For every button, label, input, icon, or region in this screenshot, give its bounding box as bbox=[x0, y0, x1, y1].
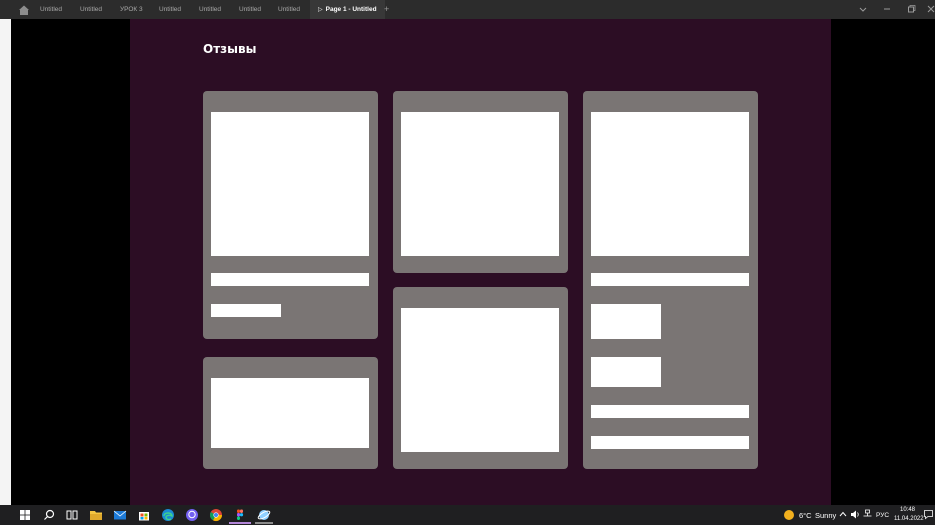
figma-icon[interactable] bbox=[233, 508, 247, 522]
tab-page-1-active[interactable]: ▷ Page 1 - Untitled bbox=[310, 0, 385, 19]
chevron-up-icon[interactable] bbox=[838, 509, 848, 519]
image-placeholder bbox=[591, 357, 661, 387]
text-placeholder bbox=[591, 436, 749, 449]
review-card[interactable] bbox=[583, 91, 758, 469]
home-icon[interactable] bbox=[18, 4, 30, 16]
weather-desc[interactable]: Sunny bbox=[815, 511, 836, 520]
search-icon[interactable] bbox=[42, 508, 56, 522]
tab-untitled-3[interactable]: Untitled bbox=[159, 0, 181, 19]
clock-time[interactable]: 10:48 bbox=[900, 507, 915, 513]
language-indicator[interactable]: РУС bbox=[876, 512, 889, 519]
reviews-frame[interactable]: Отзывы bbox=[130, 19, 831, 505]
running-app-indicator bbox=[255, 522, 273, 524]
play-icon: ▷ bbox=[318, 7, 323, 13]
file-explorer-icon[interactable] bbox=[89, 508, 103, 522]
text-placeholder bbox=[591, 273, 749, 286]
active-app-indicator bbox=[229, 522, 251, 524]
image-placeholder bbox=[211, 378, 369, 448]
text-placeholder bbox=[591, 405, 749, 418]
minimize-icon[interactable] bbox=[882, 4, 892, 14]
image-placeholder bbox=[401, 308, 559, 452]
mail-icon[interactable] bbox=[113, 508, 127, 522]
text-placeholder bbox=[211, 273, 369, 286]
review-card[interactable] bbox=[203, 91, 378, 339]
image-placeholder bbox=[211, 112, 369, 256]
chrome-icon[interactable] bbox=[209, 508, 223, 522]
left-panel-edge bbox=[0, 19, 11, 505]
image-placeholder bbox=[591, 112, 749, 256]
edge-icon[interactable] bbox=[161, 508, 175, 522]
volume-icon[interactable] bbox=[850, 509, 861, 520]
tab-untitled-5[interactable]: Untitled bbox=[239, 0, 261, 19]
chevron-down-icon[interactable] bbox=[858, 4, 868, 14]
image-placeholder bbox=[401, 112, 559, 256]
clock-date[interactable]: 11.04.2022 bbox=[894, 516, 924, 522]
taskbar: 6°C Sunny РУС 10:48 11.04.2022 bbox=[0, 505, 935, 525]
text-placeholder bbox=[211, 304, 281, 317]
tab-untitled-1[interactable]: Untitled bbox=[40, 0, 62, 19]
tab-untitled-2[interactable]: Untitled bbox=[80, 0, 102, 19]
start-icon[interactable] bbox=[18, 508, 32, 522]
tab-untitled-6[interactable]: Untitled bbox=[278, 0, 300, 19]
tab-urok-3[interactable]: УРОК 3 bbox=[120, 0, 143, 19]
store-icon[interactable] bbox=[137, 508, 151, 522]
title-bar: Untitled Untitled УРОК 3 Untitled Untitl… bbox=[0, 0, 935, 19]
frame-title: Отзывы bbox=[203, 42, 257, 56]
tab-untitled-4[interactable]: Untitled bbox=[199, 0, 221, 19]
notification-icon[interactable] bbox=[923, 509, 934, 520]
weather-temp[interactable]: 6°C bbox=[799, 511, 812, 520]
review-card[interactable] bbox=[203, 357, 378, 469]
review-card[interactable] bbox=[393, 91, 568, 273]
network-icon[interactable] bbox=[862, 509, 873, 520]
image-placeholder bbox=[591, 304, 661, 339]
new-tab-button[interactable]: + bbox=[384, 0, 389, 19]
review-card[interactable] bbox=[393, 287, 568, 469]
restore-icon[interactable] bbox=[906, 4, 916, 14]
viber-icon[interactable] bbox=[185, 508, 199, 522]
sun-icon[interactable] bbox=[783, 509, 795, 521]
close-icon[interactable] bbox=[926, 4, 935, 14]
tab-active-label: Page 1 - Untitled bbox=[325, 6, 377, 13]
task-view-icon[interactable] bbox=[65, 508, 79, 522]
browser-icon[interactable] bbox=[257, 508, 271, 522]
